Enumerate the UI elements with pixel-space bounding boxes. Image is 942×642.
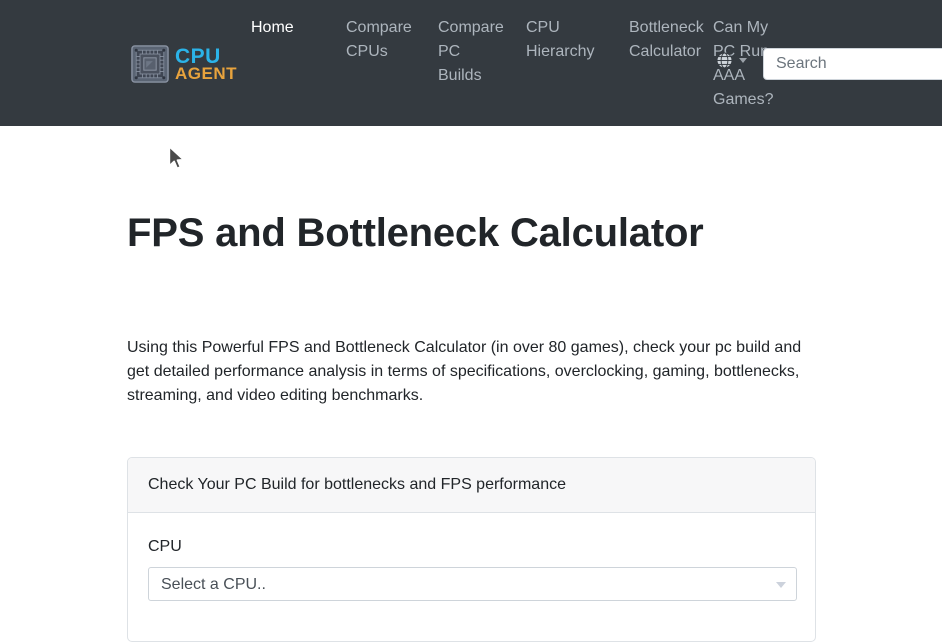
cpu-select[interactable]: Select a CPU.. bbox=[148, 567, 797, 601]
search-input[interactable] bbox=[763, 48, 942, 80]
nav-item-compare-cpus[interactable]: Compare CPUs bbox=[335, 16, 427, 64]
mouse-cursor bbox=[168, 146, 186, 172]
nav-item-home[interactable]: Home bbox=[240, 16, 335, 40]
chevron-down-icon bbox=[739, 58, 747, 63]
language-selector[interactable] bbox=[716, 52, 747, 69]
cpu-chip-icon bbox=[131, 45, 169, 83]
brand-text-cpu: CPU bbox=[175, 44, 221, 68]
nav-item-bottleneck-calculator[interactable]: Bottleneck Calculator bbox=[618, 16, 704, 64]
brand-logo-link[interactable]: CPU AGENT bbox=[131, 45, 237, 83]
page-title: FPS and Bottleneck Calculator bbox=[127, 211, 704, 255]
card-body: CPU Select a CPU.. bbox=[128, 513, 815, 641]
cpu-field-label: CPU bbox=[148, 538, 182, 555]
intro-paragraph: Using this Powerful FPS and Bottleneck C… bbox=[127, 339, 802, 404]
card-header-title: Check Your PC Build for bottlenecks and … bbox=[128, 458, 815, 513]
pc-build-checker-card: Check Your PC Build for bottlenecks and … bbox=[127, 457, 816, 642]
site-header: CPU AGENT Home Compare CPUs Compare PC B… bbox=[0, 0, 942, 126]
nav-item-compare-pc-builds[interactable]: Compare PC Builds bbox=[427, 16, 515, 88]
nav-item-cpu-hierarchy[interactable]: CPU Hierarchy bbox=[515, 16, 618, 64]
brand-text-agent: AGENT bbox=[175, 63, 237, 83]
main-navigation: Home Compare CPUs Compare PC Builds CPU … bbox=[240, 16, 786, 112]
cpu-select-wrapper: Select a CPU.. bbox=[148, 567, 797, 601]
globe-icon bbox=[716, 52, 733, 69]
brand-wordmark: CPU AGENT bbox=[175, 44, 237, 83]
